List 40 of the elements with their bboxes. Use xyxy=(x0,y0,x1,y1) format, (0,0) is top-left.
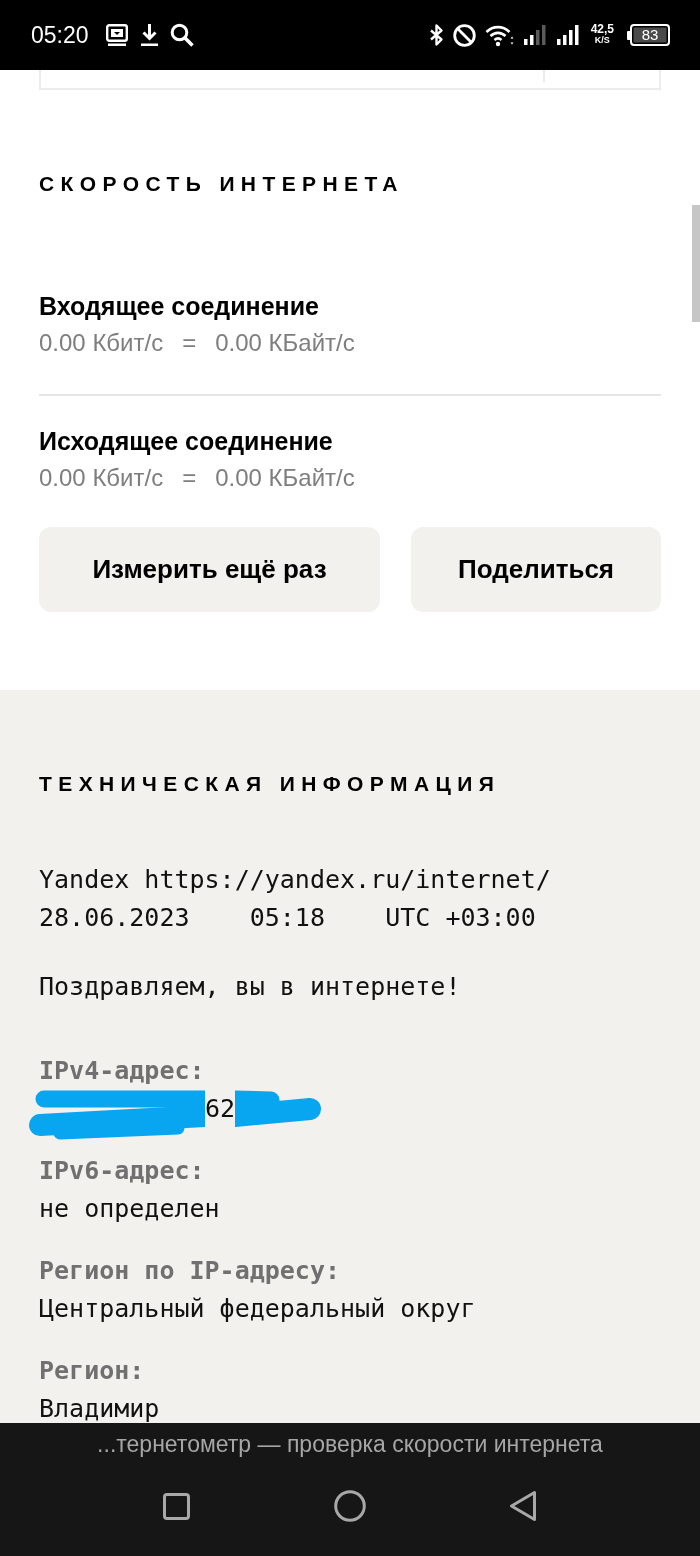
field-label: Регион по IP-адресу: xyxy=(39,1255,342,1287)
field-value: не определен xyxy=(39,1193,220,1225)
section-heading: ТЕХНИЧЕСКАЯ ИНФОРМАЦИЯ xyxy=(39,771,502,797)
info-line: 28.06.2023 05:18 UTC +03:00 xyxy=(39,902,537,934)
share-button[interactable]: Поделиться xyxy=(411,527,661,612)
field-label: IPv6-адрес: xyxy=(39,1155,206,1187)
wifi-icon xyxy=(484,23,514,47)
page-title: ...тернетометр — проверка скорости интернета xyxy=(97,1430,603,1458)
scrollbar-thumb[interactable] xyxy=(692,205,700,322)
bit-rate: 0.00 Кбит/с xyxy=(39,463,164,493)
screen-icon xyxy=(104,23,129,47)
field-label: Регион: xyxy=(39,1355,146,1387)
connection-label: Исходящее соединение xyxy=(39,426,334,457)
field-label: IPv4-адрес: xyxy=(39,1055,206,1087)
recent-apps-icon[interactable] xyxy=(163,1492,190,1520)
equals-sign: = xyxy=(182,328,197,358)
search-icon xyxy=(169,23,194,47)
back-icon[interactable] xyxy=(509,1490,537,1522)
info-line: Yandex https://yandex.ru/internet/ xyxy=(39,864,552,896)
status-message: Поздравляем, вы в интернете! xyxy=(39,971,462,1003)
battery-indicator: 83 xyxy=(627,24,670,46)
blocked-icon xyxy=(452,23,476,47)
signal-icon xyxy=(555,23,580,47)
download-icon xyxy=(139,23,159,47)
field-value: 62 xyxy=(205,1093,236,1125)
measure-again-button[interactable]: Измерить ещё раз xyxy=(39,527,380,612)
field-value: Владимир xyxy=(39,1393,160,1423)
bit-rate: 0.00 Кбит/с xyxy=(39,328,164,358)
network-speed-unit: K/S xyxy=(594,35,610,46)
section-heading: СКОРОСТЬ ИНТЕРНЕТА xyxy=(39,171,405,197)
field-value: Центральный федеральный округ xyxy=(39,1293,476,1325)
byte-rate: 0.00 КБайт/с xyxy=(215,328,355,358)
connection-label: Входящее соединение xyxy=(39,291,320,322)
bluetooth-icon xyxy=(428,23,444,47)
byte-rate: 0.00 КБайт/с xyxy=(215,463,355,493)
equals-sign: = xyxy=(182,463,197,493)
signal-icon xyxy=(522,23,547,47)
home-icon[interactable] xyxy=(333,1490,366,1522)
network-speed: 42,5 xyxy=(590,24,614,35)
clock-time: 05:20 xyxy=(31,21,89,49)
